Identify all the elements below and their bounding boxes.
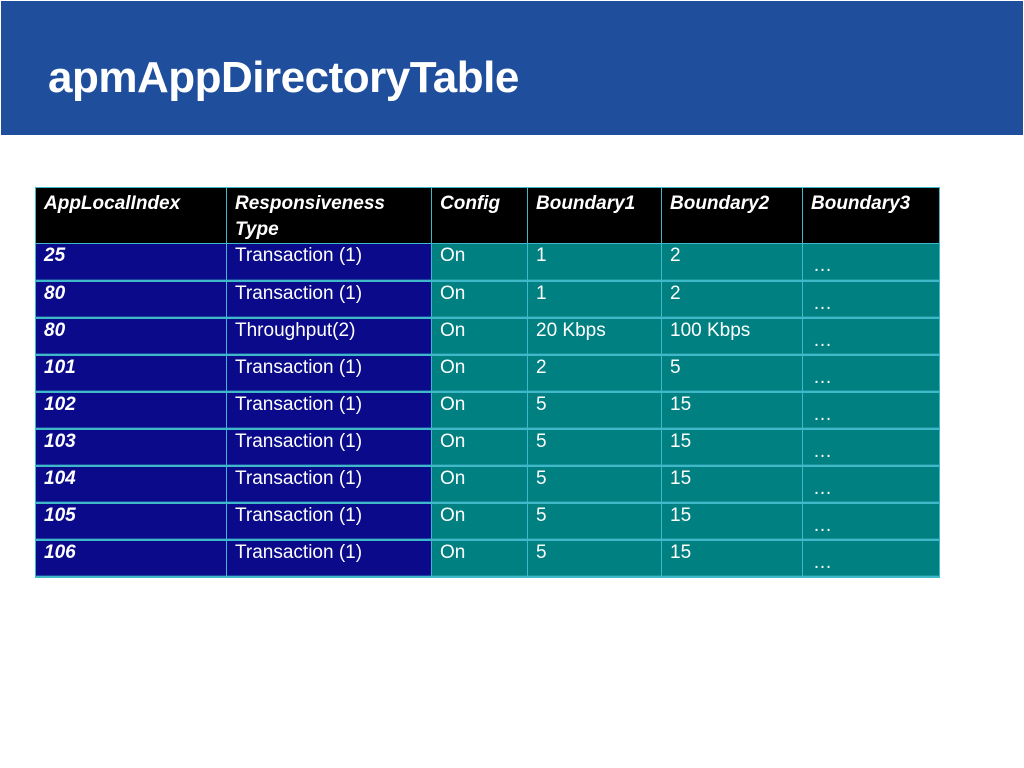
cell-boundary1: 1 <box>527 280 662 319</box>
cell-boundary3: … <box>802 354 940 393</box>
cell-config: On <box>431 502 528 541</box>
table-row: 25 Transaction (1) On 1 2 … <box>35 243 940 282</box>
cell-app-local-index: 102 <box>35 391 227 430</box>
cell-boundary2: 5 <box>661 354 803 393</box>
directory-table: AppLocalIndex Responsiveness Type Config… <box>35 187 940 578</box>
cell-boundary3: … <box>802 391 940 430</box>
cell-boundary2: 15 <box>661 465 803 504</box>
cell-boundary1: 20 Kbps <box>527 317 662 356</box>
cell-boundary3: … <box>802 428 940 467</box>
column-header: Boundary2 <box>661 187 803 244</box>
table-row: 101 Transaction (1) On 2 5 … <box>35 354 940 393</box>
ellipsis-value: … <box>813 477 833 499</box>
table-header-row: AppLocalIndex Responsiveness Type Config… <box>35 187 940 244</box>
cell-boundary1: 1 <box>527 243 662 282</box>
cell-responsiveness-type: Transaction (1) <box>226 465 432 504</box>
cell-config: On <box>431 391 528 430</box>
cell-boundary3: … <box>802 539 940 578</box>
cell-boundary1: 5 <box>527 428 662 467</box>
ellipsis-value: … <box>813 551 833 573</box>
cell-config: On <box>431 243 528 282</box>
cell-app-local-index: 106 <box>35 539 227 578</box>
cell-app-local-index: 105 <box>35 502 227 541</box>
cell-app-local-index: 103 <box>35 428 227 467</box>
cell-boundary2: 15 <box>661 428 803 467</box>
cell-boundary2: 15 <box>661 502 803 541</box>
ellipsis-value: … <box>813 440 833 462</box>
cell-responsiveness-type: Transaction (1) <box>226 502 432 541</box>
cell-config: On <box>431 465 528 504</box>
cell-boundary2: 2 <box>661 243 803 282</box>
table-row: 105 Transaction (1) On 5 15 … <box>35 502 940 541</box>
ellipsis-value: … <box>813 329 833 351</box>
cell-app-local-index: 80 <box>35 317 227 356</box>
cell-boundary2: 15 <box>661 391 803 430</box>
cell-responsiveness-type: Transaction (1) <box>226 280 432 319</box>
column-header: Responsiveness Type <box>226 187 432 244</box>
column-header: AppLocalIndex <box>35 187 227 244</box>
cell-boundary3: … <box>802 280 940 319</box>
ellipsis-value: … <box>813 292 833 314</box>
cell-app-local-index: 104 <box>35 465 227 504</box>
column-header: Boundary3 <box>802 187 940 244</box>
cell-config: On <box>431 539 528 578</box>
table-row: 80 Transaction (1) On 1 2 … <box>35 280 940 319</box>
cell-app-local-index: 80 <box>35 280 227 319</box>
table-row: 103 Transaction (1) On 5 15 … <box>35 428 940 467</box>
cell-responsiveness-type: Transaction (1) <box>226 391 432 430</box>
cell-app-local-index: 101 <box>35 354 227 393</box>
column-header: Boundary1 <box>527 187 662 244</box>
table-row: 104 Transaction (1) On 5 15 … <box>35 465 940 504</box>
title-bar: apmAppDirectoryTable <box>1 1 1023 135</box>
ellipsis-value: … <box>813 403 833 425</box>
cell-boundary3: … <box>802 502 940 541</box>
cell-boundary2: 15 <box>661 539 803 578</box>
table-row: 106 Transaction (1) On 5 15 … <box>35 539 940 578</box>
cell-config: On <box>431 317 528 356</box>
cell-responsiveness-type: Transaction (1) <box>226 354 432 393</box>
cell-config: On <box>431 354 528 393</box>
cell-responsiveness-type: Transaction (1) <box>226 243 432 282</box>
table-row: 102 Transaction (1) On 5 15 … <box>35 391 940 430</box>
cell-boundary1: 5 <box>527 502 662 541</box>
cell-boundary1: 2 <box>527 354 662 393</box>
cell-boundary3: … <box>802 243 940 282</box>
cell-boundary2: 2 <box>661 280 803 319</box>
cell-boundary2: 100 Kbps <box>661 317 803 356</box>
cell-responsiveness-type: Transaction (1) <box>226 539 432 578</box>
cell-boundary1: 5 <box>527 539 662 578</box>
ellipsis-value: … <box>813 514 833 536</box>
cell-responsiveness-type: Throughput(2) <box>226 317 432 356</box>
cell-config: On <box>431 428 528 467</box>
cell-app-local-index: 25 <box>35 243 227 282</box>
table-row: 80 Throughput(2) On 20 Kbps 100 Kbps … <box>35 317 940 356</box>
cell-boundary3: … <box>802 465 940 504</box>
cell-boundary1: 5 <box>527 465 662 504</box>
cell-config: On <box>431 280 528 319</box>
column-header: Config <box>431 187 528 244</box>
cell-boundary3: … <box>802 317 940 356</box>
slide-title: apmAppDirectoryTable <box>48 53 519 102</box>
ellipsis-value: … <box>813 255 833 276</box>
cell-responsiveness-type: Transaction (1) <box>226 428 432 467</box>
ellipsis-value: … <box>813 366 833 388</box>
cell-boundary1: 5 <box>527 391 662 430</box>
directory-table-container: AppLocalIndex Responsiveness Type Config… <box>35 187 940 578</box>
